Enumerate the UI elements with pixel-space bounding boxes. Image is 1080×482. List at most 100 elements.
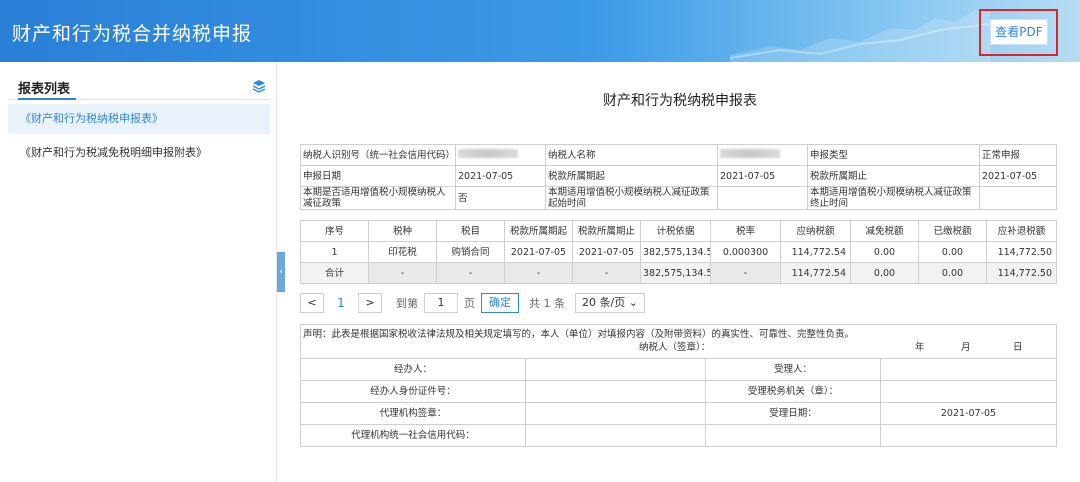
current-page[interactable]: 1 [324,296,358,310]
col-header: 税率 [710,220,781,242]
cell-tax-reduction: 0.00 [850,241,919,263]
goto-page-input[interactable]: 1 [424,293,458,313]
cell-tax-payable: 114,772.54 [780,241,851,263]
sidebar-collapse-toggle[interactable]: ‹ [277,252,285,292]
col-header: 减免税额 [850,220,919,242]
report-title: 财产和行为税纳税申报表 [603,93,757,109]
receiver-label: 受理人： [705,358,881,381]
table-total-row: 合计 - - - - 382,575,134.53 - 114,772.54 0… [300,262,1057,284]
taxpayer-id-value [455,144,546,166]
agency-credit-value [525,424,706,447]
declaration-statement: 声明：此表是根据国家税收法律法规及相关规定填写的，本人（单位）对填报内容（及附带… [303,329,855,340]
layers-icon[interactable] [252,79,266,93]
cell-tax-type: 印花税 [368,241,437,263]
page-size-value: 20 条/页 [582,296,626,309]
agent-id-label: 经办人身份证件号： [300,380,526,403]
sidebar-item-tax-declaration[interactable]: 《财产和行为税纳税申报表》 [8,104,270,134]
cell-total-reduction: 0.00 [850,262,919,284]
prev-page-button[interactable]: < [300,293,324,313]
tax-table-header-row: 序号 税种 税目 税款所属期起 税款所属期止 计税依据 税率 应纳税额 减免税额… [300,220,1057,242]
policy-end-value [979,186,1057,210]
cell-total-empty: - [368,262,437,284]
cell-total-tax-due: 114,772.50 [986,262,1057,284]
goto-confirm-button[interactable]: 确定 [481,293,519,313]
col-header: 税种 [368,220,437,242]
pagination: < 1 > 到第 1 页 确定 共 1 条 20 条/页 ⌄ [300,292,645,314]
receive-date-label: 受理日期： [705,402,881,425]
declaration-date-label: 申报日期 [300,165,456,187]
cell-total-empty: - [572,262,641,284]
taxpayer-name-label: 纳税人名称 [545,144,718,166]
agent-value [525,358,706,381]
page-size-select[interactable]: 20 条/页 ⌄ [575,293,645,313]
cell-tax-item: 购销合同 [436,241,505,263]
col-header: 税款所属期止 [572,220,641,242]
period-end-value: 2021-07-05 [979,165,1057,187]
col-header: 计税依据 [640,220,711,242]
empty-cell [879,424,1058,447]
great-wall-decoration [730,10,990,62]
taxpayer-name-value [717,144,808,166]
policy-end-label: 本期适用增值税小规模纳税人减征政策终止时间 [807,186,980,210]
col-header: 已缴税额 [918,220,987,242]
report-list-sidebar: 报表列表 《财产和行为税纳税申报表》 《财产和行为税减免税明细申报附表》 [0,62,277,482]
col-header: 应纳税额 [780,220,851,242]
chevron-left-icon: ‹ [279,267,283,277]
sidebar-header: 报表列表 [8,74,270,100]
cell-tax-basis: 382,575,134.53 [640,241,711,263]
declaration-statement-cell: 声明：此表是根据国家税收法律法规及相关规定填写的，本人（单位）对填报内容（及附带… [299,324,1058,359]
tax-detail-table: 序号 税种 税目 税款所属期起 税款所属期止 计税依据 税率 应纳税额 减免税额… [300,220,1057,284]
next-page-button[interactable]: > [358,293,382,313]
declaration-date-value: 2021-07-05 [455,165,546,187]
col-header: 序号 [300,220,369,242]
cell-index: 1 [300,241,369,263]
cell-period-start: 2021-07-05 [504,241,573,263]
taxpayer-sign-label: 纳税人（签章）： [639,342,711,353]
cell-tax-due: 114,772.50 [986,241,1057,263]
redacted-value [720,149,780,158]
agency-credit-label: 代理机构统一社会信用代码： [300,424,526,447]
app-title: 财产和行为税合并纳税申报 [12,23,253,45]
agent-id-value [525,380,706,403]
period-start-label: 税款所属期起 [545,165,718,187]
month-label: 月 [961,342,971,353]
period-end-label: 税款所属期止 [807,165,980,187]
policy-start-value [717,186,808,210]
tax-office-label: 受理税务机关（章）： [705,380,881,403]
page-unit-label: 页 [464,297,475,310]
declaration-type-value: 正常申报 [979,144,1057,166]
cell-total-empty: - [710,262,781,284]
taxpayer-id-label: 纳税人识别号（统一社会信用代码） [300,144,456,166]
small-scale-value: 否 [455,186,546,210]
empty-cell [705,424,881,447]
chevron-down-icon: ⌄ [628,296,638,309]
cell-total-empty: - [504,262,573,284]
sidebar-title-underline [18,98,76,100]
col-header: 税款所属期起 [504,220,573,242]
cell-total-tax-payable: 114,772.54 [780,262,851,284]
col-header: 税目 [436,220,505,242]
policy-start-label: 本期适用增值税小规模纳税人减征政策起始时间 [545,186,718,210]
cell-total-paid: 0.00 [918,262,987,284]
declaration-table: 声明：此表是根据国家税收法律法规及相关规定填写的，本人（单位）对填报内容（及附带… [299,324,1058,447]
total-count: 共 1 条 [529,297,565,310]
cell-total-label: 合计 [300,262,369,284]
sidebar-title: 报表列表 [18,82,71,97]
agency-seal-value [525,402,706,425]
day-label: 日 [1013,342,1023,353]
sidebar-item-tax-reduction-schedule[interactable]: 《财产和行为税减免税明细申报附表》 [8,138,270,168]
declaration-type-label: 申报类型 [807,144,980,166]
receive-date-value: 2021-07-05 [879,402,1058,425]
app-header: 财产和行为税合并纳税申报 查看PDF [0,0,1080,62]
view-pdf-button[interactable]: 查看PDF [990,19,1048,45]
agency-seal-label: 代理机构签章： [300,402,526,425]
taxpayer-info-table: 纳税人识别号（统一社会信用代码） 纳税人名称 申报类型 正常申报 申报日期 20… [300,144,1057,210]
table-row: 1 印花税 购销合同 2021-07-05 2021-07-05 382,575… [300,241,1057,263]
tax-office-value [879,380,1058,403]
agent-label: 经办人： [300,358,526,381]
period-start-value: 2021-07-05 [717,165,808,187]
small-scale-label: 本期是否适用增值税小规模纳税人减征政策 [300,186,456,210]
goto-label: 到第 [396,297,418,310]
receiver-value [879,358,1058,381]
cell-total-tax-basis: 382,575,134.53 [640,262,711,284]
